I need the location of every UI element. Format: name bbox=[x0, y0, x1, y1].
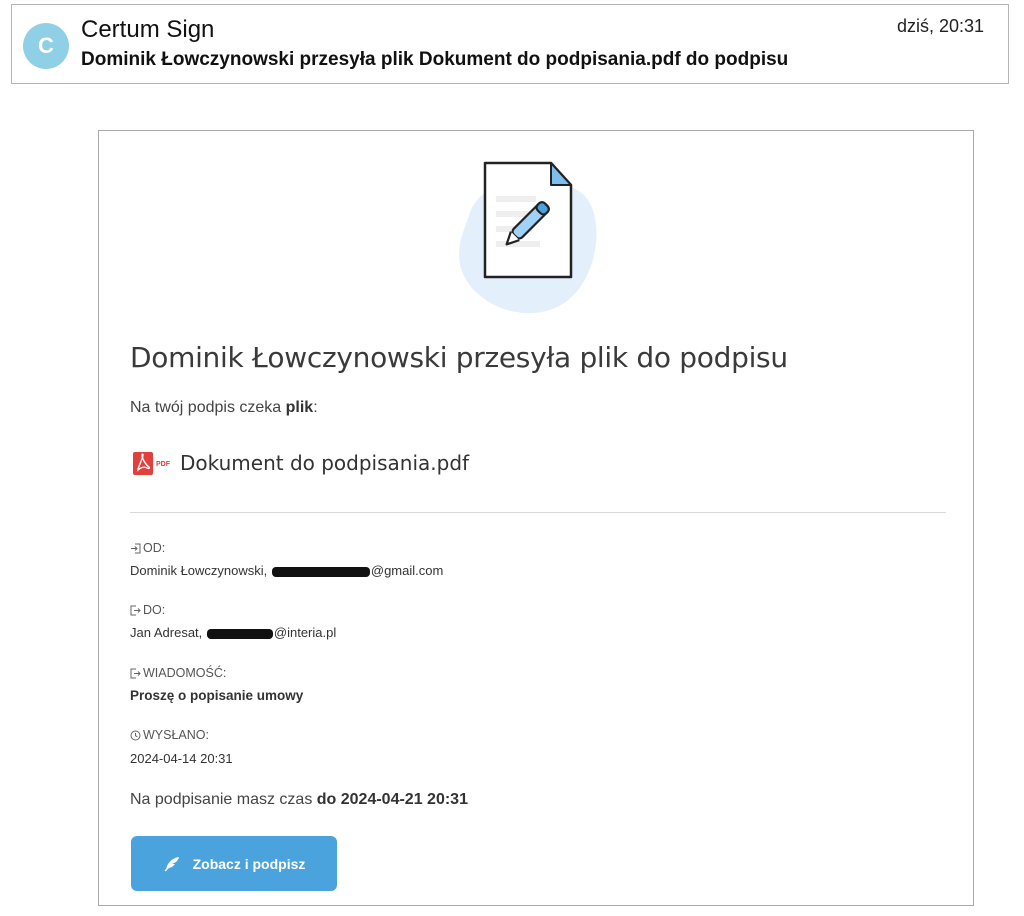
document-pen-icon bbox=[459, 161, 597, 314]
sent-value: 2024-04-14 20:31 bbox=[130, 751, 233, 766]
to-value: Jan Adresat, @interia.pl bbox=[130, 625, 337, 640]
mail-time: dziś, 20:31 bbox=[896, 16, 984, 36]
view-and-sign-button[interactable]: Zobacz i podpisz bbox=[131, 836, 337, 891]
logout-icon bbox=[130, 668, 141, 678]
email-headline: Dominik Łowczynowski przesyła plik do po… bbox=[130, 341, 788, 374]
clock-icon bbox=[130, 730, 141, 740]
deadline-text: Na podpisanie masz czas do 2024-04-21 20… bbox=[130, 791, 468, 808]
from-label: OD: bbox=[130, 541, 165, 555]
to-label: DO: bbox=[130, 603, 165, 617]
login-icon bbox=[131, 543, 141, 553]
attachment-file-name[interactable]: Dokument do podpisania.pdf bbox=[180, 451, 469, 475]
view-and-sign-label: Zobacz i podpisz bbox=[192, 855, 306, 872]
sent-label: WYSŁANO: bbox=[130, 728, 209, 742]
sender-name: Certum Sign bbox=[81, 16, 215, 43]
mail-header[interactable]: C Certum Sign Dominik Łowczynowski przes… bbox=[11, 4, 1009, 84]
divider bbox=[130, 512, 946, 513]
pdf-icon: PDF bbox=[133, 452, 171, 475]
redacted-email bbox=[206, 628, 273, 639]
feather-icon bbox=[164, 856, 179, 871]
waiting-text: Na twój podpis czeka plik: bbox=[130, 399, 318, 416]
from-value: Dominik Łowczynowski, @gmail.com bbox=[130, 563, 444, 578]
redacted-email bbox=[271, 566, 370, 577]
email-card: Dominik Łowczynowski przesyła plik do po… bbox=[98, 130, 974, 906]
avatar: C bbox=[23, 23, 69, 69]
mail-subject: Dominik Łowczynowski przesyła plik Dokum… bbox=[81, 49, 789, 70]
message-label: WIADOMOŚĆ: bbox=[130, 666, 226, 680]
attachment-row[interactable]: PDF Dokument do podpisania.pdf bbox=[132, 449, 469, 477]
pdf-badge: PDF bbox=[156, 461, 171, 468]
message-value: Proszę o popisanie umowy bbox=[130, 688, 304, 703]
logout-icon bbox=[130, 605, 141, 615]
